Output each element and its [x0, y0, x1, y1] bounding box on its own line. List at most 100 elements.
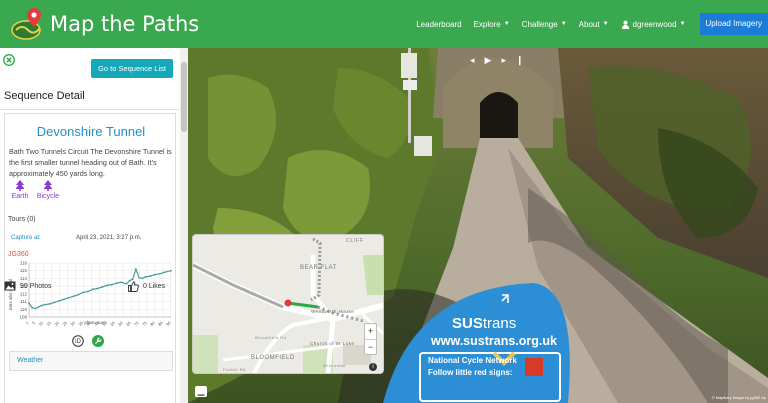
wrench-icon[interactable]: [92, 335, 104, 347]
nav-about-label: About: [578, 19, 600, 29]
weather-panel[interactable]: Weather: [9, 351, 173, 371]
map-the-paths-logo[interactable]: [10, 6, 46, 42]
chart-xlabel: photo num: [84, 320, 106, 325]
play-button[interactable]: ▶: [485, 55, 492, 66]
like-button[interactable]: 0 Likes: [128, 281, 165, 292]
chevron-down-icon: ▼: [503, 21, 510, 27]
photo-count: 90 Photos: [4, 281, 52, 291]
go-to-sequence-list-button[interactable]: Go to Sequence List: [91, 59, 173, 78]
elevation-point: [28, 302, 30, 305]
tours-count: Tours (0): [8, 216, 36, 223]
sign-brand-b: trans: [482, 315, 517, 332]
tree-icon: [43, 180, 53, 191]
elevation-point: [141, 277, 144, 280]
tag-bicycle[interactable]: Bicycle: [33, 180, 63, 200]
elevation-point: [170, 269, 172, 272]
main-nav: Leaderboard Explore ▼ Challenge ▼ About ▼ d…: [416, 0, 768, 48]
player-controls: ◂ ▶ ▸ ❙: [470, 55, 524, 66]
elevation-point: [67, 296, 70, 299]
svg-text:iD: iD: [75, 339, 81, 345]
nav-challenge[interactable]: Challenge ▼: [522, 20, 567, 29]
street-view-panorama[interactable]: ◂ ▶ ▸ ❙ SUStrans www.sustrans.org.uk Nat…: [188, 48, 768, 403]
image-attribution: © Mapillary Image by jg360 Ap: [711, 395, 766, 400]
mapillary-id-icon[interactable]: iD: [72, 335, 84, 347]
capture-label: Capture at:: [11, 235, 41, 241]
map-label-bloomfield-rd: Bloomfield Rd: [255, 335, 287, 340]
sign-brand: SUStrans: [452, 315, 516, 332]
capture-value: April 23, 2021, 3:27 p.m.: [76, 235, 142, 241]
sequence-actions: iD: [72, 335, 104, 347]
mini-map[interactable]: CLIFF BEAR FLAT Wentworth House Church o…: [192, 234, 384, 374]
elevation-point: [34, 307, 37, 310]
info-icon[interactable]: i: [369, 363, 377, 371]
nav-leaderboard-label: Leaderboard: [416, 19, 462, 29]
elevation-point: [163, 271, 166, 274]
sign-brand-a: SUS: [452, 315, 483, 332]
nav-user-label: dgreenwood: [632, 19, 677, 29]
elevation-point: [149, 275, 152, 278]
upload-imagery-button[interactable]: Upload Imagery: [699, 13, 768, 35]
elevation-point: [58, 299, 61, 302]
elevation-point: [154, 273, 156, 276]
elevation-point: [131, 278, 134, 281]
map-zoom-control: + −: [364, 323, 377, 355]
elevation-point: [44, 303, 46, 306]
map-label-cliff: CLIFF: [346, 238, 364, 244]
y-tick-label: 115: [20, 268, 28, 273]
y-tick-label: 112: [20, 291, 28, 296]
stop-button[interactable]: ❙: [516, 55, 524, 66]
scrollbar-thumb[interactable]: [181, 62, 187, 132]
minimize-icon: [197, 394, 205, 396]
map-label-bear-flat: BEAR FLAT: [300, 265, 337, 271]
sidebar-scrollbar[interactable]: [180, 48, 188, 403]
y-tick-label: 111: [20, 299, 27, 304]
tag-earth[interactable]: Earth: [5, 180, 35, 200]
elevation-point: [37, 306, 40, 308]
elevation-point: [77, 293, 80, 296]
next-button[interactable]: ▸: [501, 55, 506, 66]
top-navbar: Map the Paths Leaderboard Explore ▼ Chall…: [0, 0, 768, 48]
brand-name[interactable]: Map the Paths: [50, 12, 199, 36]
zoom-in-button[interactable]: +: [365, 324, 376, 340]
elevation-point: [63, 298, 66, 301]
nav-leaderboard[interactable]: Leaderboard: [416, 20, 461, 29]
nav-challenge-label: Challenge: [521, 19, 558, 29]
nav-explore-label: Explore: [473, 19, 501, 29]
sign-url: www.sustrans.org.uk: [431, 334, 557, 348]
photo-count-label: 90 Photos: [20, 282, 52, 290]
tag-bicycle-label: Bicycle: [36, 193, 60, 200]
tag-earth-label: Earth: [11, 193, 29, 200]
chevron-down-icon: ▼: [679, 21, 686, 27]
elevation-point: [111, 283, 113, 286]
sign-line-1: National Cycle Network: [428, 356, 517, 365]
thumbs-up-icon: [128, 281, 139, 292]
map-label-wentworth-house: Wentworth House: [311, 309, 355, 314]
sequence-description: Bath Two Tunnels Circuit The Devonshire …: [9, 147, 172, 178]
elevation-point: [106, 284, 109, 287]
map-label-widcombe: Widcombe: [323, 363, 346, 368]
elevation-point: [138, 276, 140, 279]
chevron-down-icon: ▼: [560, 21, 567, 27]
elevation-point: [120, 281, 123, 284]
sequence-card: Devonshire Tunnel Bath Two Tunnels Circu…: [4, 113, 176, 403]
elevation-point: [101, 286, 104, 288]
close-icon[interactable]: [3, 54, 15, 66]
elevation-point: [87, 290, 89, 293]
map-canvas[interactable]: [193, 235, 384, 374]
expand-map-button[interactable]: [195, 386, 207, 397]
sign-line-2: Follow little red signs:: [428, 368, 513, 377]
previous-button[interactable]: ◂: [470, 55, 475, 66]
nav-about[interactable]: About ▼: [579, 20, 609, 29]
y-tick-label: 110: [20, 307, 28, 312]
elevation-point: [48, 302, 51, 305]
elevation-point: [72, 295, 75, 298]
elevation-point: [91, 288, 94, 291]
sequence-title: Devonshire Tunnel: [36, 124, 146, 139]
nav-explore[interactable]: Explore ▼: [474, 20, 510, 29]
divider: [0, 109, 180, 110]
nav-user-menu[interactable]: dgreenwood ▼: [621, 20, 686, 29]
map-label-bloomfield: BLOOMFIELD: [251, 355, 295, 361]
map-label-foxhill: Foxhill Rd: [223, 367, 246, 372]
zoom-out-button[interactable]: −: [365, 340, 376, 355]
upload-imagery-label: Upload Imagery: [705, 19, 762, 28]
